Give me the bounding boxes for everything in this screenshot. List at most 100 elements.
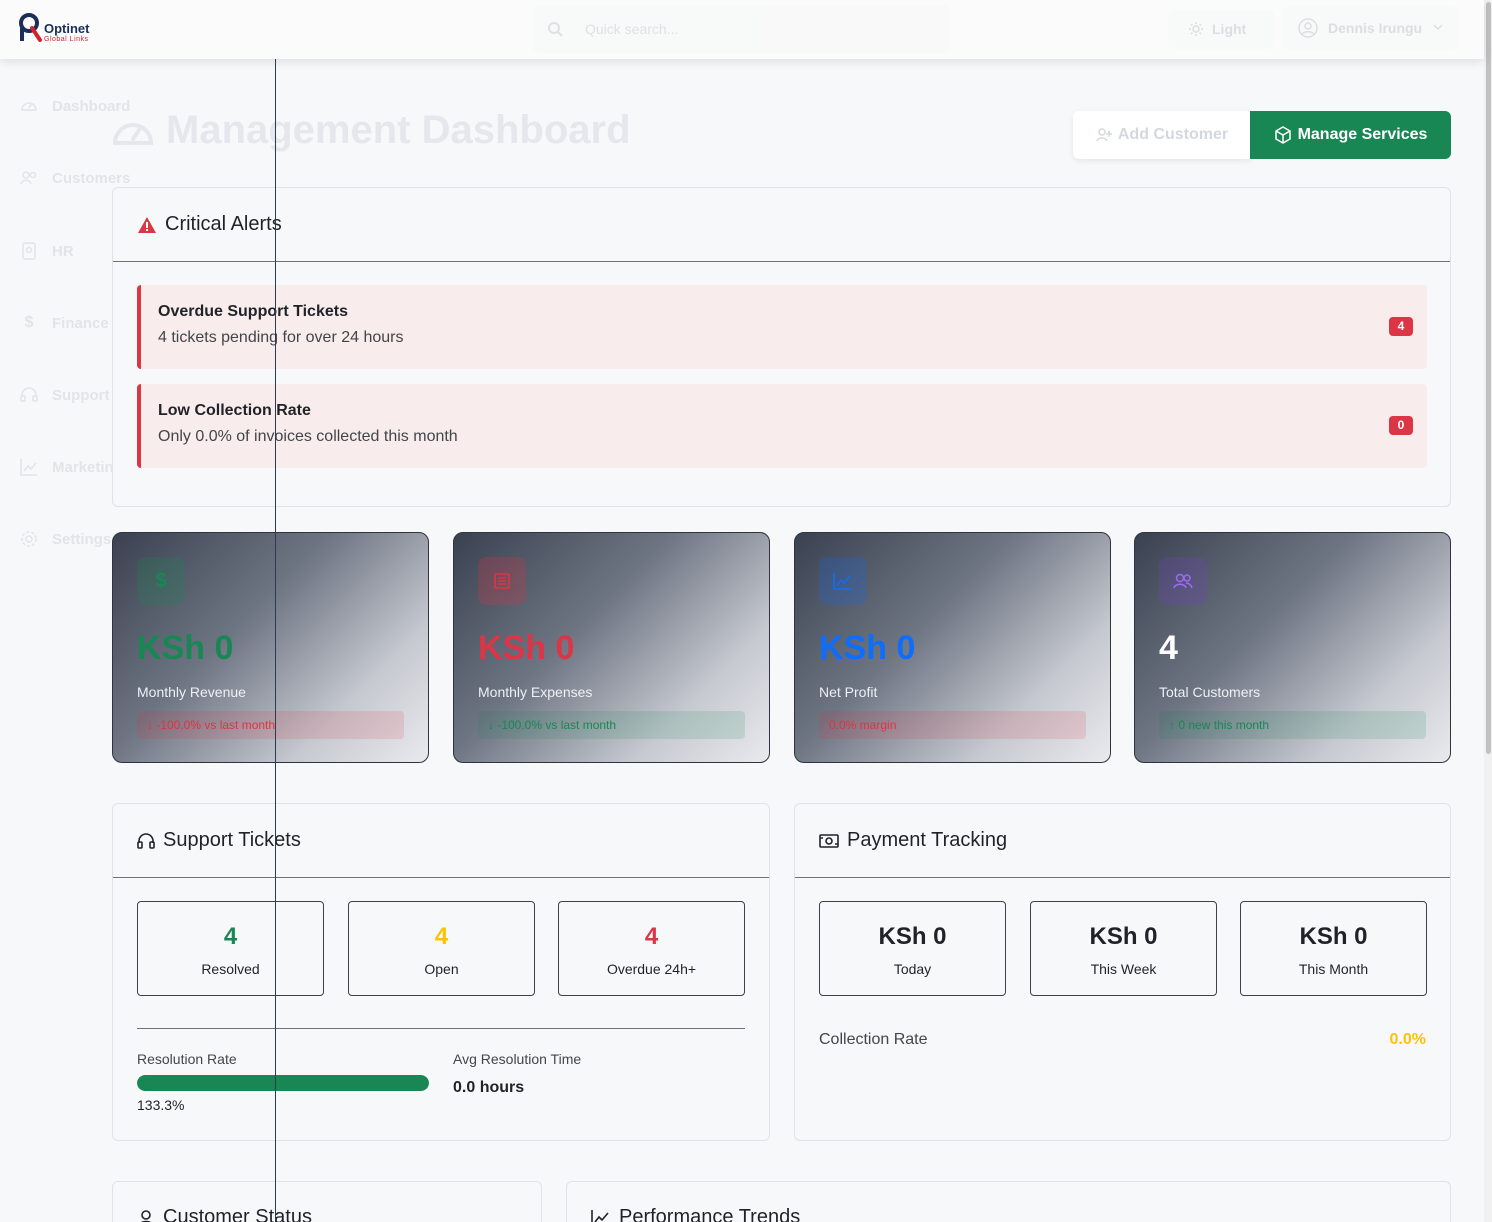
search-placeholder: Quick search... [585,21,679,37]
headset-icon [20,386,38,404]
ticket-stat-label: Open [424,961,459,977]
resolution-progress-bar [137,1075,429,1091]
user-name: Dennis Irungu [1328,20,1423,36]
graph-up-icon [819,557,867,605]
manage-services-button[interactable]: Manage Services [1250,111,1451,159]
card-header: Customer Status [137,1206,312,1222]
collection-rate-value: 0.0% [1389,1031,1426,1048]
critical-alerts-card: Critical Alerts Overdue Support Tickets … [112,187,1451,507]
box-icon [1274,126,1291,144]
stat-label: Net Profit [819,684,878,700]
customer-status-card: Customer Status [112,1181,542,1222]
theme-label: Light [1212,21,1247,37]
ticket-stat-label: Overdue 24h+ [606,961,697,977]
sidebar-item-finance[interactable]: $ Finance [20,311,109,335]
ticket-stat-overdue[interactable]: 4 Overdue 24h+ [558,901,745,996]
people-icon [20,169,38,187]
receipt-icon [478,557,526,605]
payment-stat-label: This Week [1090,961,1157,977]
stat-value: KSh 0 [137,629,234,667]
avg-resolution-value: 0.0 hours [453,1079,525,1096]
payment-stat-value: KSh 0 [1089,923,1158,950]
sidebar-item-hr[interactable]: HR [20,239,74,263]
stat-change: 0.0% margin [819,711,1086,739]
sidebar-item-label: Support [52,386,110,404]
alert-description: 4 tickets pending for over 24 hours [158,329,404,346]
performance-trends-card: Performance Trends [566,1181,1451,1222]
add-customer-button[interactable]: Add Customer [1073,111,1251,159]
top-navbar: Optinet Global Links Quick search... Lig… [0,0,1484,59]
stat-card-net-profit[interactable]: KSh 0 Net Profit 0.0% margin [794,532,1111,763]
warning-triangle-icon [138,216,156,233]
sidebar-item-label: Finance [52,314,109,332]
search-icon [548,22,563,37]
user-menu-button[interactable]: Dennis Irungu [1282,6,1458,50]
card-header: Support Tickets [113,804,769,878]
theme-toggle-button[interactable]: Light [1168,9,1274,49]
page-title-text: Management Dashboard [166,108,631,152]
card-title: Critical Alerts [165,213,282,235]
ticket-stat-resolved[interactable]: 4 Resolved [137,901,324,996]
stat-change: ↓ -100.0% vs last month [478,711,745,739]
logo-mark-icon [19,13,42,42]
sidebar-item-label: Settings [52,530,112,548]
alert-item[interactable]: Low Collection Rate Only 0.0% of invoice… [137,384,1427,468]
resolution-rate-value: 133.3% [137,1097,185,1113]
resolution-rate-label: Resolution Rate [137,1051,237,1067]
payment-stat-week[interactable]: KSh 0 This Week [1030,901,1217,996]
collection-rate-label: Collection Rate [819,1031,928,1048]
sidebar-item-label: Customers [52,169,131,187]
sidebar-item-customers[interactable]: Customers [20,166,130,190]
gear-icon [20,530,38,548]
scrollbar-thumb[interactable] [1486,2,1491,754]
people-icon [1159,557,1207,605]
dollar-icon: $ [24,314,34,331]
support-tickets-card: Support Tickets 4 Resolved 4 Open 4 Over… [112,803,770,1141]
stat-label: Total Customers [1159,684,1261,700]
stat-change: ↓ -100.0% vs last month [137,711,404,739]
payment-stat-value: KSh 0 [878,923,947,950]
badge-icon [20,242,38,260]
stat-card-revenue[interactable]: $ KSh 0 Monthly Revenue ↓ -100.0% vs las… [112,532,429,763]
payment-stat-month[interactable]: KSh 0 This Month [1240,901,1427,996]
avg-resolution-label: Avg Resolution Time [453,1051,582,1067]
sidebar-item-marketing[interactable]: Marketing [20,455,123,479]
ticket-stat-value: 4 [223,923,238,950]
card-header: Performance Trends [591,1206,800,1222]
person-plus-icon [1096,128,1112,142]
chevron-down-icon [1433,24,1443,31]
page-title: Management Dashboard [112,108,631,153]
ticket-stat-label: Resolved [201,961,260,977]
person-icon [140,1209,152,1222]
sidebar-item-support[interactable]: Support [20,383,110,407]
stat-change: ↑ 0 new this month [1159,711,1426,739]
stat-value: 4 [1159,629,1178,667]
stat-card-customers[interactable]: 4 Total Customers ↑ 0 new this month [1134,532,1451,763]
sidebar-item-settings[interactable]: Settings [20,527,111,551]
stat-card-expenses[interactable]: KSh 0 Monthly Expenses ↓ -100.0% vs last… [453,532,770,763]
alert-title: Overdue Support Tickets [158,303,348,320]
alert-description: Only 0.0% of invoices collected this mon… [158,428,458,445]
headset-icon [137,832,155,849]
alert-item[interactable]: Overdue Support Tickets 4 tickets pendin… [137,285,1427,369]
user-circle-icon [1298,18,1318,38]
speedometer-icon [112,122,154,145]
manage-services-label: Manage Services [1297,126,1428,143]
brand-logo[interactable]: Optinet Global Links [18,12,108,48]
payment-stat-value: KSh 0 [1299,923,1368,950]
card-header: Critical Alerts [113,188,1450,262]
graph-up-icon [591,1209,609,1222]
add-customer-label: Add Customer [1117,126,1229,143]
alert-badge: 4 [1389,317,1413,336]
stat-value: KSh 0 [478,629,575,667]
cash-icon [819,833,839,848]
card-title: Performance Trends [619,1206,801,1222]
ticket-stat-value: 4 [644,923,659,950]
quick-search-input[interactable]: Quick search... [533,5,951,53]
payment-stat-today[interactable]: KSh 0 Today [819,901,1006,996]
divider-line [275,59,276,1222]
ticket-stat-open[interactable]: 4 Open [348,901,535,996]
payment-stat-label: Today [893,961,932,977]
sidebar-item-label: HR [52,242,74,260]
brand-name: Optinet [44,21,90,36]
